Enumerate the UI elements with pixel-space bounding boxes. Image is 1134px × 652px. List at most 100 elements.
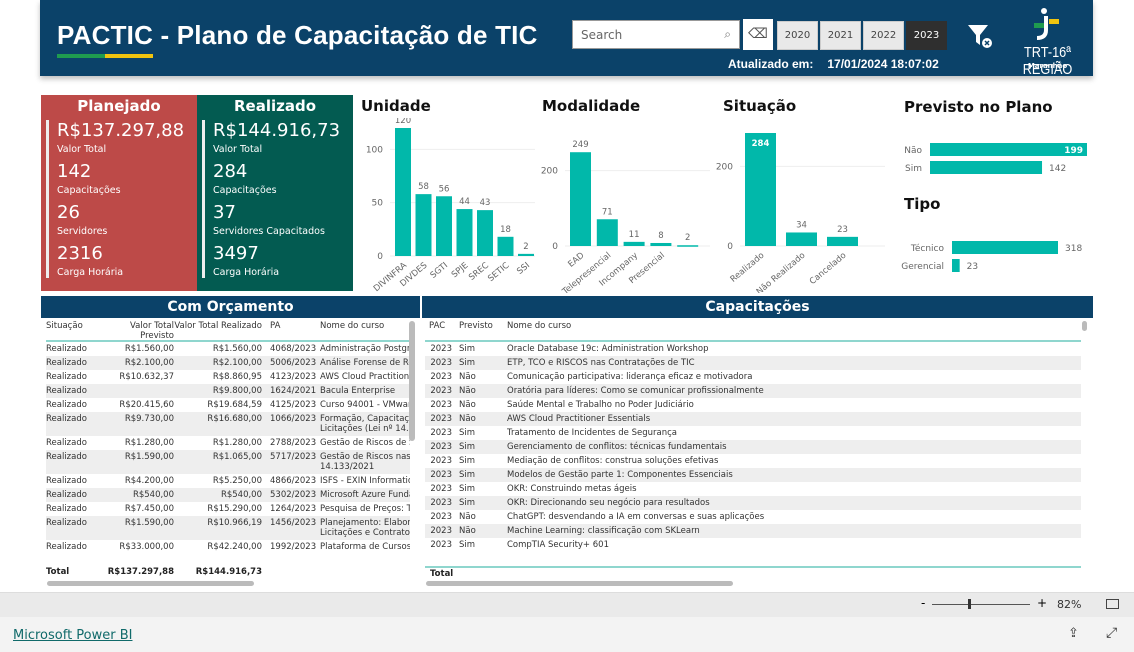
table-row[interactable]: Realizado R$1.560,00 R$1.560,00 4068/2023 Ad… [46, 342, 410, 356]
table-row[interactable]: 2023 Sim Gerenciamento de conflitos: técni… [425, 440, 1081, 454]
updated-label: Atualizado em: [728, 57, 814, 71]
updated-value: 17/01/2024 18:07:02 [827, 57, 939, 71]
table-row[interactable]: Realizado R$2.100,00 R$2.100,00 5006/2023 An… [46, 356, 410, 370]
pac-cell: 2023 [430, 428, 452, 438]
table-row[interactable]: Realizado R$1.280,00 R$1.280,00 2788/2023 Ge… [46, 436, 410, 450]
table-header[interactable]: Situação Valor Total Previsto Valor Total … [46, 320, 410, 342]
table-row[interactable]: 2023 Sim ETP, TCO e RISCOS nas Contrataçõe… [425, 356, 1081, 370]
orcamento-horizontal-scrollbar[interactable] [47, 581, 254, 586]
valor-total-label: Valor Total [57, 144, 107, 155]
data-label: 23 [837, 225, 848, 235]
valor-previsto-cell: R$4.200,00 [124, 476, 174, 486]
orcamento-vertical-scrollbar[interactable] [409, 321, 415, 441]
nome-curso-cell: Oracle Database 19c: Administration Work… [507, 344, 709, 354]
modalidade-chart-title: Modalidade [542, 97, 641, 115]
table-row[interactable]: Realizado R$1.590,00 R$10.966,19 1456/2023 P… [46, 516, 410, 540]
clear-filter-eraser-icon[interactable]: ⌫ [743, 19, 773, 50]
nome-curso-cell: Curso 94001 - VMware [320, 400, 410, 410]
zoom-out-button[interactable]: - [921, 596, 925, 610]
table-row[interactable]: 2023 Não ChatGPT: desvendando a IA em conv… [425, 510, 1081, 524]
nome-curso-cell: Microsoft Azure Funda [320, 490, 410, 500]
pac-cell: 2023 [430, 372, 452, 382]
total-situacao: Total [46, 567, 70, 577]
nome-curso-cell: Gestão de Riscos nas C 14.133/2021 [320, 452, 410, 472]
table-row[interactable]: 2023 Sim OKR: Direcionando seu negócio par… [425, 496, 1081, 510]
table-row[interactable]: 2023 Sim Modelos de Gestão parte 1: Compon… [425, 468, 1081, 482]
valor-realizado-cell: R$9.800,00 [212, 386, 262, 396]
table-row[interactable]: 2023 Não Machine Learning: classificação c… [425, 524, 1081, 538]
x-tick-label: SGTI [429, 261, 450, 281]
nome-curso-cell: Tratamento de Incidentes de Segurança [507, 428, 677, 438]
clear-all-filters-icon[interactable] [967, 22, 993, 56]
valor-previsto-cell: R$1.560,00 [124, 344, 174, 354]
x-tick-label: Cancelado [808, 251, 849, 287]
capacitacoes-label: Capacitações [57, 185, 121, 196]
valor-total-label: Valor Total [213, 144, 263, 155]
table-row[interactable]: 2023 Sim Mediação de conflitos: construa s… [425, 454, 1081, 468]
year-2020-button[interactable]: 2020 [777, 21, 818, 50]
search-icon: ⌕ [724, 27, 731, 41]
nome-curso-cell: Gestão de Riscos de Se [320, 438, 410, 448]
fit-to-page-icon[interactable] [1106, 599, 1119, 609]
table-row[interactable]: 2023 Sim CompTIA Security+ 601 [425, 538, 1081, 552]
valor-previsto-cell: R$1.590,00 [124, 518, 174, 528]
data-label: 43 [480, 198, 491, 208]
card-title: Planejado [77, 97, 161, 115]
bar-Telepresencial [596, 219, 618, 246]
zoom-level: 82% [1057, 598, 1082, 611]
capacitacoes-vertical-scrollbar[interactable] [1082, 321, 1087, 331]
bar-SETIC [497, 236, 514, 256]
year-2022-button[interactable]: 2022 [863, 21, 904, 50]
year-2021-button[interactable]: 2021 [820, 21, 861, 50]
valor-realizado-cell: R$10.966,19 [207, 518, 262, 528]
bar-SSI [518, 253, 534, 256]
zoom-slider-handle[interactable] [968, 599, 971, 609]
table-row[interactable]: 2023 Não AWS Cloud Practitioner Essentials [425, 412, 1081, 426]
capacitacoes-value: 284 [213, 161, 248, 182]
bar-EAD [570, 152, 591, 246]
situacao-cell: Realizado [46, 438, 87, 448]
zoom-in-button[interactable]: + [1037, 596, 1047, 610]
table-row[interactable]: Realizado R$1.590,00 R$1.065,00 5717/2023 Ge… [46, 450, 410, 474]
powerbi-link[interactable]: Microsoft Power BI [13, 628, 132, 643]
nome-curso-cell: Gerenciamento de conflitos: técnicas fun… [507, 442, 727, 452]
table-row[interactable]: 2023 Não Saúde Mental e Trabalho no Poder … [425, 398, 1081, 412]
y-category-label: Sim [905, 164, 922, 174]
x-tick-label: SREC [467, 261, 491, 283]
table-row[interactable]: 2023 Não Oratória para líderes: Como se co… [425, 384, 1081, 398]
table-row[interactable]: Realizado R$4.200,00 R$5.250,00 4866/2023 IS… [46, 474, 410, 488]
valor-total: R$137.297,88 [57, 120, 185, 141]
table-row[interactable]: Realizado R$10.632,37 R$8.860,95 4123/2023 A… [46, 370, 410, 384]
table-row[interactable]: Realizado R$9.730,00 R$16.680,00 1066/2023 F… [46, 412, 410, 436]
fullscreen-icon[interactable]: ⤢ [1106, 625, 1117, 641]
search-input[interactable]: Search ⌕ [572, 20, 740, 49]
pac-cell: 2023 [430, 470, 452, 480]
year-2023-button[interactable]: 2023 [906, 21, 947, 50]
table-row[interactable]: Realizado R$540,00 R$540,00 5302/2023 Micros… [46, 488, 410, 502]
y-tick-label: 50 [372, 199, 384, 209]
table-row[interactable]: 2023 Sim Oracle Database 19c: Administrati… [425, 342, 1081, 356]
capacitacoes-value: 142 [57, 161, 92, 182]
share-icon[interactable]: ⇪ [1068, 626, 1079, 641]
data-label: 199 [1064, 146, 1083, 156]
pac-cell: 2023 [430, 414, 452, 424]
table-row[interactable]: Realizado R$7.450,00 R$15.290,00 1264/2023 P… [46, 502, 410, 516]
table-row[interactable]: Realizado R$20.415,60 R$19.684,59 4125/2023… [46, 398, 410, 412]
viewer-toolbar: - + 82% [0, 592, 1134, 617]
table-row[interactable]: 2023 Sim OKR: Construindo metas ágeis [425, 482, 1081, 496]
previsto-cell: Não [459, 512, 476, 522]
pac-cell: 2023 [430, 512, 452, 522]
table-row[interactable]: Realizado R$33.000,00 R$42.240,00 1992/2023… [46, 540, 410, 554]
valor-previsto-cell: R$2.100,00 [124, 358, 174, 368]
x-tick-label: SETIC [486, 261, 511, 284]
zoom-slider[interactable] [932, 604, 1030, 605]
nome-curso-cell: Oratória para líderes: Como se comunicar… [507, 386, 764, 396]
updated-at: Atualizado em: 17/01/2024 18:07:02 [728, 57, 939, 71]
situacao-cell: Realizado [46, 542, 87, 552]
capacitacoes-horizontal-scrollbar[interactable] [426, 581, 733, 586]
carga-horaria-label: Carga Horária [57, 267, 124, 278]
table-row[interactable]: 2023 Sim Tratamento de Incidentes de Segur… [425, 426, 1081, 440]
capacitacoes-label: Capacitações [213, 185, 277, 196]
table-row[interactable]: 2023 Não Comunicação participativa: lidera… [425, 370, 1081, 384]
table-row[interactable]: Realizado R$9.800,00 1624/2021 Bacula Enter… [46, 384, 410, 398]
